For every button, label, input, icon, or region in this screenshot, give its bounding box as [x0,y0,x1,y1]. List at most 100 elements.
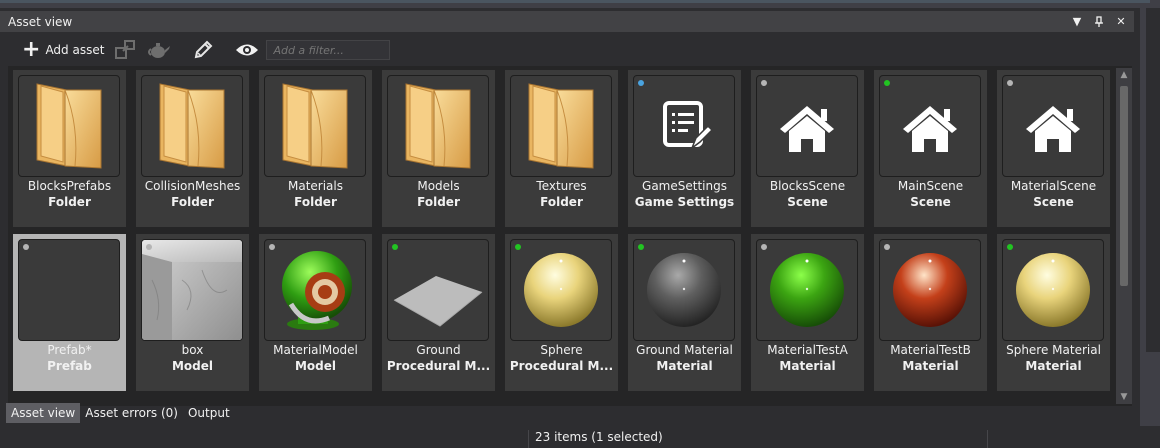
add-asset-label: Add asset [45,43,105,57]
asset-type: Material [902,359,959,373]
asset-type: Folder [540,195,583,209]
asset-tile[interactable]: Sphere Procedural M... [505,234,618,391]
scroll-down-icon[interactable]: ▼ [1119,392,1129,402]
status-dot-icon [884,80,890,86]
window-top-strip [0,0,1160,8]
asset-thumbnail [387,75,489,177]
tab-asset-view[interactable]: Asset view [6,403,81,423]
panel-title: Asset view [8,14,73,29]
status-dot-icon [761,244,767,250]
asset-grid: BlocksPrefabs Folder CollisionMeshes Folder… [8,66,1132,406]
asset-tile[interactable]: MaterialModel Model [259,234,372,391]
asset-name: CollisionMeshes [144,179,241,193]
filter-input[interactable] [266,40,391,60]
status-dot-icon [392,244,398,250]
asset-tile[interactable]: Sphere Material Material [997,234,1110,391]
asset-tile[interactable]: MaterialTestB Material [874,234,987,391]
asset-name: Prefab* [47,343,92,357]
status-dot-icon [638,244,644,250]
tab-output[interactable]: Output [183,403,235,423]
asset-type: Folder [48,195,91,209]
asset-thumbnail [633,239,735,341]
asset-type: Prefab [47,359,92,373]
asset-tile[interactable]: Ground Material Material [628,234,741,391]
asset-type: Folder [294,195,337,209]
asset-type: Model [294,359,337,373]
asset-name: Ground [416,343,461,357]
add-asset-button[interactable]: + Add asset [22,38,104,62]
asset-tile[interactable]: BlocksScene Scene [751,70,864,227]
asset-type: Material [1025,359,1082,373]
teapot-icon[interactable] [146,38,172,62]
asset-tile[interactable]: BlocksPrefabs Folder [13,70,126,227]
asset-name: Models [417,179,460,193]
asset-tile[interactable]: Materials Folder [259,70,372,227]
asset-name: Textures [536,179,587,193]
vertical-scrollbar[interactable]: ▲ ▼ [1116,68,1132,404]
status-dot-icon [515,244,521,250]
asset-thumbnail [18,239,120,341]
bottom-tabs: Asset view Asset errors (0) Output [6,403,235,423]
scroll-up-icon[interactable]: ▲ [1119,70,1129,80]
asset-type: Procedural M... [509,359,614,373]
close-icon[interactable]: ✕ [1112,13,1130,31]
asset-toolbar: + Add asset [8,34,1132,66]
asset-thumbnail [264,75,366,177]
asset-thumbnail [879,75,981,177]
status-dot-icon [23,244,29,250]
asset-type: Procedural M... [386,359,491,373]
status-dot-icon [761,80,767,86]
panel-titlebar: Asset view ▼ ✕ [0,11,1134,32]
panel-menu-icon[interactable]: ▼ [1068,13,1086,31]
asset-tile[interactable]: Ground Procedural M... [382,234,495,391]
link-template-icon[interactable] [112,38,138,62]
edit-pencil-icon[interactable] [190,38,216,62]
asset-name: Sphere Material [1006,343,1101,357]
asset-thumbnail [756,239,858,341]
asset-name: Materials [287,179,343,193]
asset-type: Model [171,359,214,373]
asset-tile[interactable]: MaterialTestA Material [751,234,864,391]
asset-type: Folder [171,195,214,209]
asset-name: MaterialTestA [767,343,848,357]
asset-name: BlocksPrefabs [27,179,112,193]
asset-thumbnail [141,239,243,341]
asset-tile[interactable]: Prefab* Prefab [13,234,126,391]
asset-thumbnail [1002,239,1104,341]
asset-type: Folder [417,195,460,209]
asset-thumbnail [633,75,735,177]
asset-thumbnail [756,75,858,177]
asset-tile[interactable]: MainScene Scene [874,70,987,227]
asset-name: BlocksScene [769,179,846,193]
asset-tile[interactable]: CollisionMeshes Folder [136,70,249,227]
asset-type: Scene [910,195,951,209]
asset-type: Scene [1033,195,1074,209]
asset-thumbnail [141,75,243,177]
asset-tile[interactable]: Models Folder [382,70,495,227]
asset-thumbnail [510,75,612,177]
asset-tile[interactable]: GameSettings Game Settings [628,70,741,227]
asset-thumbnail [1002,75,1104,177]
scrollbar-thumb[interactable] [1120,86,1128,286]
asset-tile[interactable]: MaterialScene Scene [997,70,1110,227]
asset-type: Material [656,359,713,373]
status-item-count: 23 items (1 selected) [535,430,663,444]
eye-icon[interactable] [234,38,260,62]
asset-name: Ground Material [636,343,733,357]
asset-name: MaterialTestB [890,343,971,357]
status-dot-icon [269,244,275,250]
asset-name: MaterialModel [273,343,358,357]
asset-view-panel: Asset view ▼ ✕ + Add asset BlocksPrefabs… [0,8,1146,426]
asset-name: MainScene [897,179,964,193]
asset-tile[interactable]: box Model [136,234,249,391]
asset-tile[interactable]: Textures Folder [505,70,618,227]
asset-thumbnail [18,75,120,177]
tab-asset-errors[interactable]: Asset errors (0) [80,403,183,423]
asset-type: Scene [787,195,828,209]
asset-thumbnail [387,239,489,341]
asset-type: Material [779,359,836,373]
right-edge-strip [1146,352,1160,426]
pin-icon[interactable] [1090,13,1108,31]
status-dot-icon [884,244,890,250]
plus-icon: + [22,37,41,62]
